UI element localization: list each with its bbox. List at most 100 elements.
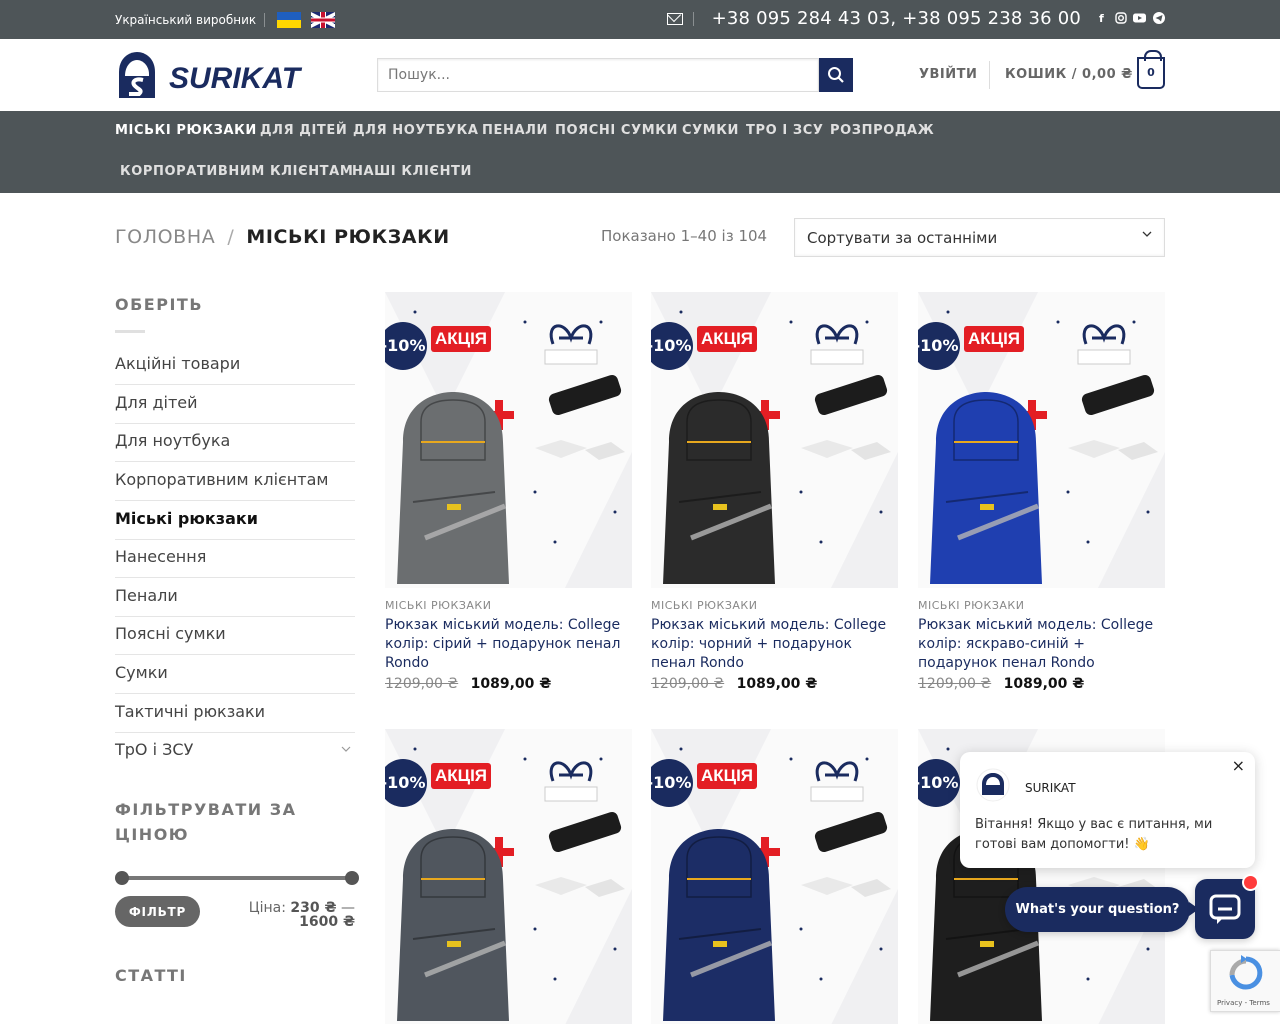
nav-item-city-backpacks[interactable]: МІСЬКІ РЮКЗАКИ [115, 123, 257, 138]
sidebar-item-printing[interactable]: Нанесення [115, 539, 355, 578]
uk-flag-icon[interactable] [311, 12, 336, 28]
nav-item-kids[interactable]: ДЛЯ ДІТЕЙ [260, 123, 347, 138]
surikat-logo[interactable]: SURIKAT [115, 50, 347, 100]
product-image[interactable]: АКЦІЯ -10% [651, 292, 898, 588]
top-bar-right: +38 095 284 43 03, +38 095 238 36 00 f [666, 8, 1165, 29]
sidebar-item-tactical[interactable]: Тактичні рюкзаки [115, 694, 355, 733]
notification-dot [1242, 874, 1259, 891]
old-price: 1209,00 ₴ [651, 676, 725, 692]
sidebar-item-waist-bags[interactable]: Поясні сумки [115, 616, 355, 655]
search-button[interactable] [819, 58, 853, 92]
product-card[interactable]: АКЦІЯ -10% [385, 729, 632, 1024]
price-slider[interactable] [115, 871, 359, 885]
site-header: SURIKAT УВІЙТИ КОШИК / 0,00 ₴ 0 [0, 39, 1280, 111]
recaptcha-badge[interactable]: Privacy - Terms [1210, 950, 1280, 1012]
breadcrumb-current: МІСЬКІ РЮКЗАКИ [246, 226, 450, 248]
nav-item-laptop[interactable]: ДЛЯ НОУТБУКА [353, 123, 479, 138]
sort-select[interactable]: Сортувати за останніми [794, 218, 1165, 257]
cart-link[interactable]: КОШИК / 0,00 ₴ [1005, 67, 1133, 82]
slider-handle-min[interactable] [115, 871, 129, 885]
main-nav: МІСЬКІ РЮКЗАКИ ДЛЯ ДІТЕЙ ДЛЯ НОУТБУКА ПЕ… [0, 111, 1280, 193]
sidebar-item-pencil-cases[interactable]: Пенали [115, 578, 355, 617]
chevron-down-icon [1142, 231, 1152, 237]
slider-handle-max[interactable] [345, 871, 359, 885]
product-title[interactable]: Рюкзак міський модель: College колір: чо… [651, 616, 898, 673]
product-title[interactable]: Рюкзак міський модель: College колір: сі… [385, 616, 632, 673]
promo-label: АКЦІЯ [435, 329, 488, 348]
product-image[interactable]: АКЦІЯ -10% [651, 729, 898, 1024]
product-category[interactable]: МІСЬКІ РЮКЗАКИ [385, 599, 632, 612]
sidebar-choose-title: ОБЕРІТЬ [115, 295, 204, 314]
logo-text: SURIKAT [169, 62, 303, 95]
nav-item-corporate[interactable]: КОРПОРАТИВНИМ КЛІЄНТАМ [120, 164, 353, 179]
sort-value: Сортувати за останніми [807, 229, 998, 247]
telegram-icon[interactable] [1152, 12, 1165, 25]
sidebar-filter-title: ФІЛЬТРУВАТИ ЗА ЦІНОЮ [115, 797, 296, 847]
product-card[interactable]: АКЦІЯ -10% МІСЬКІ РЮКЗАКИ Рюкзак міський… [651, 292, 898, 692]
chat-popup: × SURIKAT Вітання! Якщо у вас є питання,… [960, 752, 1255, 868]
sidebar-item-promo[interactable]: Акційні товари [115, 346, 355, 385]
product-price: 1209,00 ₴ 1089,00 ₴ [918, 676, 1165, 692]
old-price: 1209,00 ₴ [918, 676, 992, 692]
product-image[interactable]: АКЦІЯ -10% [385, 292, 632, 588]
sale-price: 1089,00 ₴ [1003, 676, 1085, 692]
product-image[interactable]: АКЦІЯ -10% [918, 292, 1165, 588]
product-title[interactable]: Рюкзак міський модель: College колір: яс… [918, 616, 1165, 673]
product-card[interactable]: АКЦІЯ -10% МІСЬКІ РЮКЗАКИ Рюкзак міський… [385, 292, 632, 692]
sidebar-item-kids[interactable]: Для дітей [115, 385, 355, 424]
filter-title-line: ЦІНОЮ [115, 825, 190, 844]
sidebar-item-laptop[interactable]: Для ноутбука [115, 423, 355, 462]
close-icon[interactable]: × [1232, 756, 1245, 775]
sale-price: 1089,00 ₴ [470, 676, 552, 692]
youtube-icon[interactable] [1133, 12, 1146, 25]
nav-item-pencil-cases[interactable]: ПЕНАЛИ [482, 123, 548, 138]
sidebar-item-city-backpacks[interactable]: Міські рюкзаки [115, 501, 355, 540]
product-image[interactable]: АКЦІЯ -10% [385, 729, 632, 1024]
product-card[interactable]: АКЦІЯ -10% [651, 729, 898, 1024]
nav-item-waist-bags[interactable]: ПОЯСНІ СУМКИ [555, 123, 678, 138]
recaptcha-text[interactable]: Privacy - Terms [1217, 999, 1270, 1007]
promo-label: АКЦІЯ [701, 329, 754, 348]
product-price: 1209,00 ₴ 1089,00 ₴ [385, 676, 632, 692]
promo-label: АКЦІЯ [435, 766, 488, 785]
breadcrumb-separator: / [227, 226, 235, 248]
chat-question-button[interactable]: What's your question? [1005, 887, 1199, 932]
nav-item-military[interactable]: ТРО І ЗСУ [746, 123, 824, 138]
social-links: f [1095, 12, 1165, 25]
product-price: 1209,00 ₴ 1089,00 ₴ [651, 676, 898, 692]
nav-item-our-clients[interactable]: НАШІ КЛІЄНТИ [352, 164, 472, 179]
filter-button[interactable]: ФІЛЬТР [115, 896, 200, 927]
price-max: 1600 ₴ [299, 914, 355, 930]
cart-count-badge[interactable]: 0 [1137, 50, 1165, 89]
price-range-text: Ціна: 230 ₴ — 1600 ₴ [210, 901, 355, 929]
login-link[interactable]: УВІЙТИ [919, 67, 977, 82]
results-count: Показано 1–40 із 104 [601, 227, 768, 245]
sidebar-item-bags[interactable]: Сумки [115, 655, 355, 694]
price-label: Ціна: [248, 900, 286, 916]
chevron-down-icon[interactable] [341, 744, 351, 754]
ukraine-flag-icon[interactable] [277, 12, 302, 28]
nav-item-sale[interactable]: РОЗПРОДАЖ [830, 123, 934, 138]
search-input[interactable] [377, 58, 819, 92]
nav-item-bags[interactable]: СУМКИ [682, 123, 739, 138]
sidebar-item-military[interactable]: ТрО і ЗСУ [115, 732, 355, 771]
chat-avatar [976, 768, 1010, 802]
top-bar-left: Український виробник [115, 12, 345, 28]
product-category[interactable]: МІСЬКІ РЮКЗАКИ [918, 599, 1165, 612]
product-card[interactable]: АКЦІЯ -10% МІСЬКІ РЮКЗАКИ Рюкзак міський… [918, 292, 1165, 692]
divider [692, 11, 694, 26]
breadcrumb-home[interactable]: ГОЛОВНА [115, 226, 215, 248]
search-icon [828, 67, 844, 83]
divider [264, 13, 266, 27]
mail-icon[interactable] [666, 12, 683, 25]
instagram-icon[interactable] [1114, 12, 1127, 25]
phone-numbers[interactable]: +38 095 284 43 03, +38 095 238 36 00 [712, 8, 1081, 29]
facebook-icon[interactable]: f [1095, 12, 1108, 25]
maker-label: Український виробник [115, 13, 257, 27]
sidebar-articles-title: СТАТТІ [115, 966, 187, 985]
sidebar-item-corporate[interactable]: Корпоративним клієнтам [115, 462, 355, 501]
chat-message: Вітання! Якщо у вас є питання, ми готові… [975, 817, 1213, 852]
recaptcha-icon [1229, 955, 1263, 990]
chat-agent-name: SURIKAT [1025, 781, 1076, 795]
product-category[interactable]: МІСЬКІ РЮКЗАКИ [651, 599, 898, 612]
